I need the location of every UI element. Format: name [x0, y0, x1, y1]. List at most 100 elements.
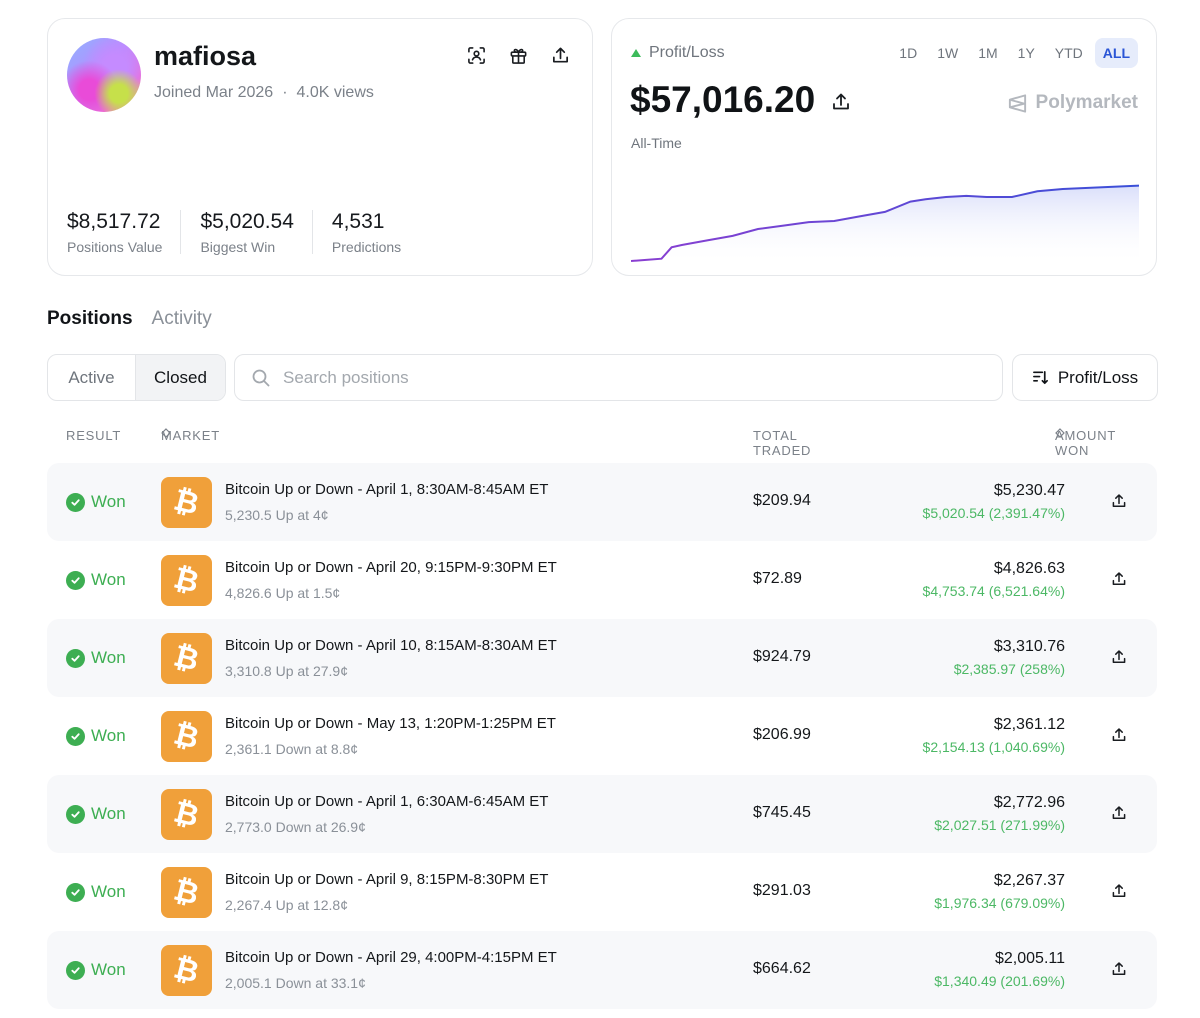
result-label: Won [91, 804, 126, 823]
result-cell: Won [66, 804, 126, 824]
result-label: Won [91, 570, 126, 589]
market-title[interactable]: Bitcoin Up or Down - April 10, 8:15AM-8:… [225, 637, 557, 654]
search-icon [252, 369, 270, 386]
range-1m[interactable]: 1M [970, 38, 1005, 68]
bitcoin-icon: ₿ [161, 711, 212, 762]
market-position: 3,310.8 Up at 27.9¢ [225, 663, 348, 679]
table-row[interactable]: Won ₿ Bitcoin Up or Down - April 9, 8:15… [47, 853, 1157, 931]
table-row[interactable]: Won ₿ Bitcoin Up or Down - April 10, 8:1… [47, 619, 1157, 697]
profile-card: mafiosa Joined Mar 2026 · 4.0K views $8,… [47, 18, 593, 276]
table-row[interactable]: Won ₿ Bitcoin Up or Down - April 29, 4:0… [47, 931, 1157, 1009]
amount-won: $3,310.76 [993, 638, 1065, 655]
market-title[interactable]: Bitcoin Up or Down - April 1, 8:30AM-8:4… [225, 481, 548, 498]
range-1d[interactable]: 1D [891, 38, 925, 68]
profit-gain: $1,976.34 (679.09%) [934, 895, 1065, 911]
stat-predictions: 4,531 Predictions [331, 210, 419, 255]
result-label: Won [91, 882, 126, 901]
amount-won: $5,230.47 [993, 482, 1065, 499]
positions-list: Won ₿ Bitcoin Up or Down - April 1, 8:30… [47, 463, 1157, 1009]
market-title[interactable]: Bitcoin Up or Down - April 29, 4:00PM-4:… [225, 949, 557, 966]
stat-label: Predictions [331, 239, 402, 255]
table-row[interactable]: Won ₿ Bitcoin Up or Down - May 13, 1:20P… [47, 697, 1157, 775]
search-box [234, 354, 1003, 401]
range-1y[interactable]: 1Y [1010, 38, 1043, 68]
search-input[interactable] [283, 367, 963, 388]
pnl-period: All-Time [631, 135, 682, 151]
share-icon[interactable] [1111, 961, 1129, 979]
filter-active-button[interactable]: Active [48, 355, 135, 400]
polymarket-icon [1008, 93, 1026, 113]
market-title[interactable]: Bitcoin Up or Down - April 9, 8:15PM-8:3… [225, 871, 548, 888]
total-traded: $924.79 [753, 648, 811, 665]
profit-gain: $5,020.54 (2,391.47%) [922, 505, 1065, 521]
amount-won: $4,826.63 [993, 560, 1065, 577]
bitcoin-symbol: ₿ [170, 716, 203, 757]
filter-closed-button[interactable]: Closed [135, 355, 225, 400]
profit-gain: $1,340.49 (201.69%) [934, 973, 1065, 989]
table-header: RESULT MARKET TOTAL TRADED AMOUNT WON [47, 428, 1157, 458]
bitcoin-icon: ₿ [161, 555, 212, 606]
share-icon[interactable] [1111, 805, 1129, 823]
sort-label: Profit/Loss [1057, 367, 1139, 387]
result-cell: Won [66, 960, 126, 980]
stat-positions-value: $8,517.72 Positions Value [67, 210, 182, 255]
share-icon[interactable] [1111, 571, 1129, 589]
result-cell: Won [66, 570, 126, 590]
result-cell: Won [66, 648, 126, 668]
avatar[interactable] [67, 38, 141, 112]
time-range-selector: 1D 1W 1M 1Y YTD ALL [891, 38, 1138, 68]
share-icon[interactable] [1111, 493, 1129, 511]
total-traded: $206.99 [753, 726, 811, 743]
result-label: Won [91, 960, 126, 979]
bitcoin-symbol: ₿ [170, 794, 203, 835]
share-icon[interactable] [1111, 649, 1129, 667]
header-market[interactable]: MARKET [161, 428, 219, 443]
amount-won: $2,005.11 [995, 950, 1065, 967]
bitcoin-symbol: ₿ [170, 482, 203, 523]
tab-positions[interactable]: Positions [47, 308, 133, 330]
profit-gain: $2,154.13 (1,040.69%) [922, 739, 1065, 755]
bitcoin-icon: ₿ [161, 789, 212, 840]
bitcoin-symbol: ₿ [170, 950, 203, 991]
market-title[interactable]: Bitcoin Up or Down - April 20, 9:15PM-9:… [225, 559, 557, 576]
header-market-label: MARKET [161, 428, 220, 443]
market-position: 2,361.1 Down at 8.8¢ [225, 741, 359, 757]
range-ytd[interactable]: YTD [1047, 38, 1091, 68]
bitcoin-symbol: ₿ [170, 872, 203, 913]
result-cell: Won [66, 882, 126, 902]
market-title[interactable]: Bitcoin Up or Down - April 1, 6:30AM-6:4… [225, 793, 548, 810]
tab-activity[interactable]: Activity [152, 308, 212, 330]
sort-button[interactable]: Profit/Loss [1012, 354, 1158, 401]
stat-value: $5,020.54 [200, 210, 294, 233]
bitcoin-icon: ₿ [161, 945, 212, 996]
check-circle-icon [66, 882, 85, 902]
market-title[interactable]: Bitcoin Up or Down - May 13, 1:20PM-1:25… [225, 715, 556, 732]
gift-icon[interactable] [508, 45, 528, 65]
stat-label: Biggest Win [200, 239, 276, 255]
scan-icon[interactable] [466, 45, 486, 65]
market-position: 2,005.1 Down at 33.1¢ [225, 975, 366, 991]
table-row[interactable]: Won ₿ Bitcoin Up or Down - April 1, 8:30… [47, 463, 1157, 541]
brand-name: Polymarket [1035, 92, 1138, 113]
header-traded-label: TOTAL TRADED [753, 428, 812, 458]
profile-actions [466, 45, 570, 65]
table-row[interactable]: Won ₿ Bitcoin Up or Down - April 20, 9:1… [47, 541, 1157, 619]
profit-gain: $2,027.51 (271.99%) [934, 817, 1065, 833]
total-traded: $664.62 [753, 960, 811, 977]
pnl-value: $57,016.20 [630, 79, 816, 120]
meta-separator: · [282, 84, 288, 101]
table-row[interactable]: Won ₿ Bitcoin Up or Down - April 1, 6:30… [47, 775, 1157, 853]
range-1w[interactable]: 1W [929, 38, 966, 68]
share-icon[interactable] [550, 45, 570, 65]
share-icon[interactable] [1111, 883, 1129, 901]
check-circle-icon [66, 726, 85, 746]
header-won-label: AMOUNT WON [1055, 428, 1116, 458]
header-amount-won[interactable]: AMOUNT WON [1055, 428, 1115, 458]
brand-logo: Polymarket [1007, 92, 1138, 114]
share-icon[interactable] [831, 79, 851, 121]
market-position: 4,826.6 Up at 1.5¢ [225, 585, 341, 601]
share-icon[interactable] [1111, 727, 1129, 745]
range-all[interactable]: ALL [1094, 38, 1138, 68]
profile-meta: Joined Mar 2026 · 4.0K views [154, 84, 374, 102]
view-count: 4.0K views [296, 84, 374, 101]
